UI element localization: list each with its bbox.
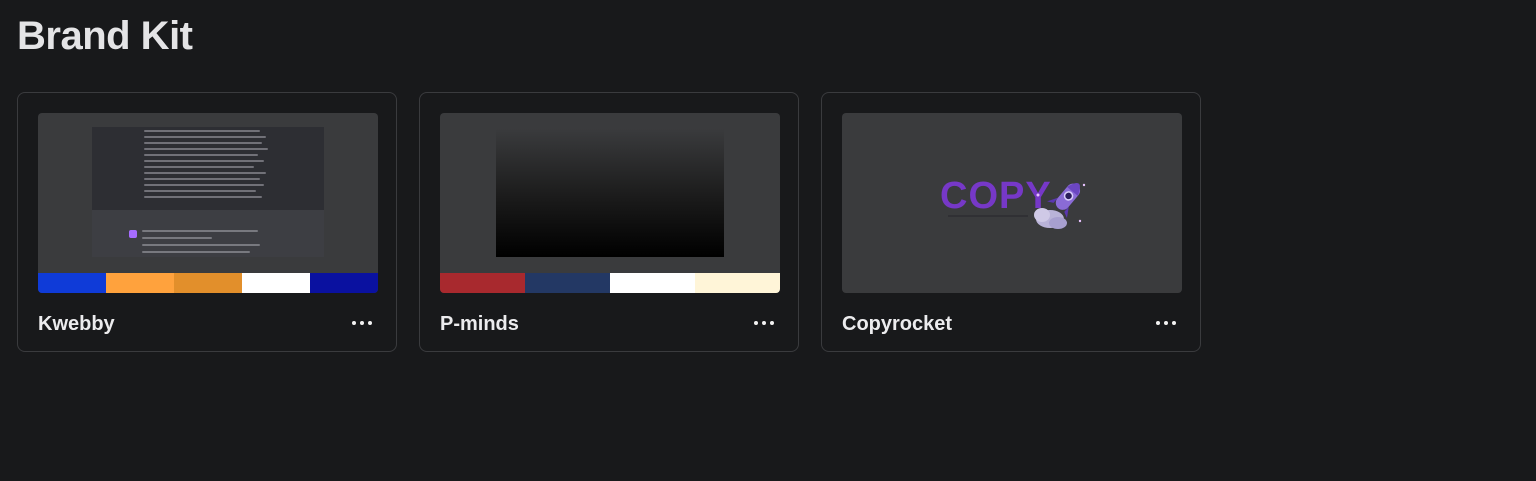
document-preview bbox=[92, 127, 324, 257]
color-swatch bbox=[310, 273, 378, 293]
brand-kit-card-p-minds[interactable]: P-minds bbox=[419, 92, 799, 352]
rocket-icon bbox=[1034, 183, 1086, 229]
brand-kit-name: P-minds bbox=[440, 313, 519, 335]
brand-kit-card-kwebby[interactable]: Kwebby bbox=[17, 92, 397, 352]
brand-kit-name: Copyrocket bbox=[842, 313, 953, 335]
more-dot bbox=[1172, 321, 1176, 325]
brand-kit-thumbnail[interactable]: COPY bbox=[842, 113, 1182, 293]
color-swatch bbox=[440, 273, 525, 293]
more-options-button[interactable] bbox=[348, 311, 376, 335]
more-horizontal-icon bbox=[754, 321, 758, 325]
brand-kit-name: Kwebby bbox=[38, 313, 115, 335]
more-horizontal-icon bbox=[352, 321, 356, 325]
color-palette bbox=[440, 273, 780, 293]
color-swatch bbox=[174, 273, 242, 293]
more-dot bbox=[1164, 321, 1168, 325]
color-swatch bbox=[242, 273, 310, 293]
brand-kit-thumbnail[interactable] bbox=[440, 113, 780, 293]
color-swatch bbox=[106, 273, 174, 293]
more-dot bbox=[360, 321, 364, 325]
color-swatch bbox=[38, 273, 106, 293]
chat-avatar-icon bbox=[129, 230, 137, 238]
brand-kit-thumbnail[interactable] bbox=[38, 113, 378, 293]
gradient-preview bbox=[496, 129, 724, 257]
more-dot bbox=[368, 321, 372, 325]
page-title: Brand Kit bbox=[17, 14, 193, 58]
more-horizontal-icon bbox=[1156, 321, 1160, 325]
color-palette bbox=[38, 273, 378, 293]
color-swatch bbox=[695, 273, 780, 293]
color-swatch bbox=[610, 273, 695, 293]
logo-tagline bbox=[948, 215, 1028, 217]
brand-kit-card-copyrocket[interactable]: COPY Copyrocket bbox=[821, 92, 1201, 352]
more-options-button[interactable] bbox=[1152, 311, 1180, 335]
more-options-button[interactable] bbox=[750, 311, 778, 335]
more-dot bbox=[762, 321, 766, 325]
color-swatch bbox=[525, 273, 610, 293]
more-dot bbox=[770, 321, 774, 325]
copyrocket-logo: COPY bbox=[940, 175, 1090, 233]
